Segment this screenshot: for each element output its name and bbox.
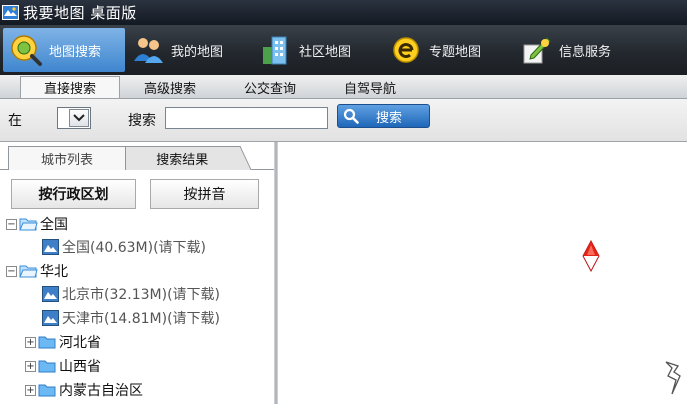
tree-node-label: 内蒙古自治区 bbox=[59, 383, 143, 399]
search-bar: 在 搜索 搜索 bbox=[0, 99, 687, 142]
tree-node-huabei[interactable]: − 华北 bbox=[6, 260, 68, 282]
toolbar-my-map-button[interactable]: 我的地图 bbox=[125, 28, 253, 72]
in-label: 在 bbox=[8, 113, 22, 129]
users-icon bbox=[131, 33, 165, 67]
panel-tabs: 搜索结果 城市列表 bbox=[0, 142, 274, 170]
map-file-icon bbox=[42, 286, 59, 302]
topic-e-icon bbox=[389, 33, 423, 67]
tree-node-national[interactable]: − 全国 bbox=[6, 213, 68, 235]
by-pinyin-button[interactable]: 按拼音 bbox=[150, 179, 259, 209]
folder-icon bbox=[38, 384, 56, 397]
tab-advanced-search[interactable]: 高级搜索 bbox=[120, 76, 220, 98]
tree-node-shanxi[interactable]: + 山西省 bbox=[25, 355, 101, 377]
tree-leaf-label: 全国(40.63M)(请下载) bbox=[62, 240, 207, 256]
tree-leaf-tianjin[interactable]: 天津市(14.81M)(请下载) bbox=[42, 307, 220, 329]
tree-node-label: 河北省 bbox=[59, 335, 101, 351]
main-toolbar: 地图搜索 我的地图 社区地图 专题地图 信息服务 bbox=[0, 25, 687, 75]
search-input[interactable] bbox=[165, 107, 328, 129]
toolbar-label: 信息服务 bbox=[559, 44, 612, 60]
toolbar-label: 我的地图 bbox=[171, 44, 224, 60]
window-title: 我要地图 桌面版 bbox=[23, 4, 137, 22]
tree-leaf-national-map[interactable]: 全国(40.63M)(请下载) bbox=[42, 236, 206, 258]
title-bar: 我要地图 桌面版 bbox=[0, 0, 687, 25]
region-dropdown[interactable] bbox=[57, 107, 91, 129]
folder-icon bbox=[38, 360, 56, 373]
tab-driving-navigation[interactable]: 自驾导航 bbox=[320, 76, 420, 98]
tree-leaf-label: 天津市(14.81M)(请下载) bbox=[62, 311, 221, 327]
collapse-toggle-icon[interactable]: − bbox=[6, 218, 17, 230]
tree-node-hebei[interactable]: + 河北省 bbox=[25, 331, 101, 353]
globe-search-icon bbox=[9, 33, 43, 67]
buildings-icon bbox=[259, 33, 293, 67]
tree-leaf-label: 北京市(32.13M)(请下载) bbox=[62, 287, 221, 303]
app-window: 我要地图 桌面版 地图搜索 我的地图 社区地图 专题地图 信息服务 直接搜索 高… bbox=[0, 0, 687, 404]
toolbar-map-search-button[interactable]: 地图搜索 bbox=[3, 28, 125, 72]
tab-bus-query[interactable]: 公交查询 bbox=[220, 76, 320, 98]
search-button[interactable]: 搜索 bbox=[337, 104, 430, 128]
map-file-icon bbox=[42, 310, 59, 326]
expand-toggle-icon[interactable]: + bbox=[25, 336, 36, 348]
compass-icon bbox=[582, 240, 600, 272]
by-admin-division-button[interactable]: 按行政区划 bbox=[11, 179, 136, 209]
search-mode-tabs: 直接搜索 高级搜索 公交查询 自驾导航 bbox=[0, 75, 687, 99]
toolbar-label: 专题地图 bbox=[429, 44, 482, 60]
expand-toggle-icon[interactable]: + bbox=[25, 384, 36, 396]
toolbar-label: 社区地图 bbox=[299, 44, 352, 60]
app-logo-icon bbox=[2, 5, 19, 20]
tree-leaf-beijing[interactable]: 北京市(32.13M)(请下载) bbox=[42, 283, 220, 305]
tree-node-label: 山西省 bbox=[59, 359, 101, 375]
pen-paper-icon bbox=[519, 33, 553, 67]
chevron-down-icon[interactable] bbox=[69, 109, 89, 127]
toolbar-community-map-button[interactable]: 社区地图 bbox=[253, 28, 383, 72]
city-list-panel: 搜索结果 城市列表 按行政区划 按拼音 − 全国 全国(40.63M)(请下载) bbox=[0, 142, 274, 404]
folder-icon bbox=[38, 336, 56, 349]
scale-ruler-icon bbox=[665, 361, 681, 395]
tab-direct-search[interactable]: 直接搜索 bbox=[20, 76, 120, 98]
tab-search-results[interactable]: 搜索结果 bbox=[112, 146, 252, 170]
folder-open-icon bbox=[19, 218, 38, 231]
expand-toggle-icon[interactable]: + bbox=[25, 360, 36, 372]
toolbar-label: 地图搜索 bbox=[49, 44, 102, 60]
toolbar-info-service-button[interactable]: 信息服务 bbox=[513, 28, 643, 72]
map-file-icon bbox=[42, 239, 59, 255]
tab-city-list[interactable]: 城市列表 bbox=[8, 146, 126, 170]
tree-node-inner-mongolia[interactable]: + 内蒙古自治区 bbox=[25, 379, 143, 401]
tree-node-label: 华北 bbox=[40, 264, 68, 280]
tab-search-results-label: 搜索结果 bbox=[156, 153, 209, 168]
collapse-toggle-icon[interactable]: − bbox=[6, 265, 17, 277]
tree-node-label: 全国 bbox=[40, 217, 68, 233]
toolbar-topic-map-button[interactable]: 专题地图 bbox=[383, 28, 513, 72]
map-canvas[interactable] bbox=[278, 142, 687, 404]
magnifier-icon bbox=[338, 108, 364, 124]
folder-open-icon bbox=[19, 265, 38, 278]
search-label: 搜索 bbox=[128, 113, 156, 129]
search-button-label: 搜索 bbox=[376, 110, 403, 126]
